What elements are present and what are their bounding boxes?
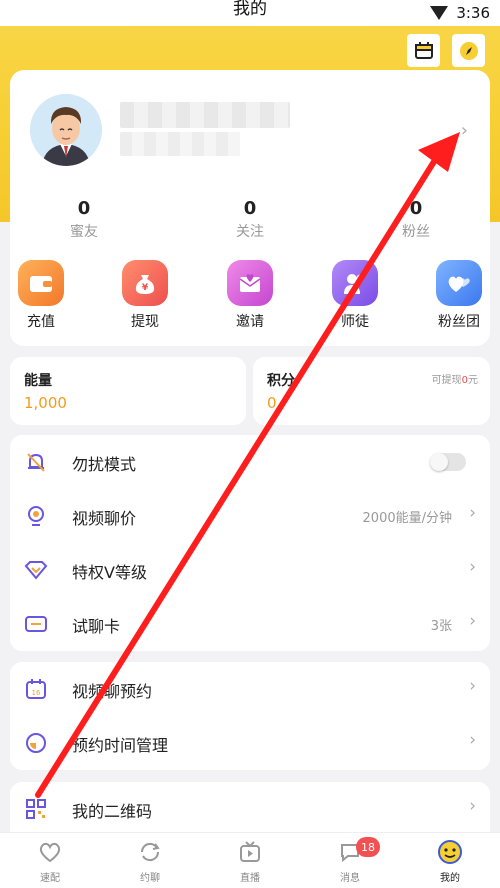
- qrcode-icon: [24, 797, 48, 821]
- withdrawable-suffix: 元: [468, 375, 478, 386]
- svg-text:16: 16: [32, 689, 41, 697]
- action-label: 粉丝团: [438, 314, 480, 330]
- invite-button[interactable]: 邀请: [215, 260, 285, 331]
- users-icon: [332, 260, 378, 306]
- recharge-button[interactable]: 充值: [6, 260, 76, 331]
- tab-label: 约聊: [140, 873, 160, 884]
- calendar-sign-button[interactable]: [407, 34, 440, 67]
- withdraw-button[interactable]: ¥ 提现: [110, 260, 180, 331]
- tab-match[interactable]: 速配: [10, 839, 90, 884]
- menu-row-booking-time[interactable]: 预约时间管理 ›: [10, 716, 490, 770]
- do-not-disturb-toggle[interactable]: [430, 453, 466, 471]
- diamond-icon: [24, 558, 48, 582]
- wifi-icon: [430, 6, 448, 20]
- menu-label: 特权V等级: [72, 563, 147, 582]
- action-label: 邀请: [236, 314, 264, 330]
- points-card[interactable]: 积分 0 可提现0元: [253, 357, 490, 425]
- mentor-button[interactable]: 师徒: [320, 260, 390, 331]
- compass-icon: [459, 41, 478, 60]
- stat-following[interactable]: 0 关注: [200, 198, 300, 241]
- clock-icon: [24, 731, 48, 755]
- menu-value: 3张: [430, 619, 452, 634]
- chevron-right-icon: ›: [469, 557, 476, 577]
- profile-icon: [437, 839, 463, 865]
- ticket-icon: [24, 612, 48, 636]
- calendar-icon: 16: [24, 677, 48, 701]
- tab-messages[interactable]: 18 消息: [310, 837, 390, 884]
- menu-label: 预约时间管理: [72, 736, 169, 755]
- chevron-right-icon[interactable]: ›: [461, 120, 468, 141]
- chevron-right-icon: ›: [469, 611, 476, 631]
- tab-live[interactable]: 直播: [210, 839, 290, 884]
- stat-value: 0: [77, 198, 91, 219]
- chevron-right-icon: ›: [469, 730, 476, 750]
- stat-value: 0: [243, 198, 257, 219]
- stat-fans[interactable]: 0 粉丝: [366, 198, 466, 241]
- settings-list-1: 勿扰模式 视频聊价 2000能量/分钟 › 特权V等级 › 试聊卡 3张 ›: [10, 435, 490, 651]
- tv-icon: [237, 839, 263, 865]
- energy-label: 能量: [24, 373, 52, 389]
- energy-card[interactable]: 能量 1,000: [10, 357, 246, 425]
- points-value: 0: [267, 394, 277, 412]
- menu-row-qrcode[interactable]: 我的二维码 ›: [10, 782, 490, 836]
- money-bag-icon: ¥: [122, 260, 168, 306]
- tab-label: 我的: [440, 873, 460, 884]
- settings-list-2: 16 视频聊预约 › 预约时间管理 ›: [10, 662, 490, 770]
- menu-value: 2000能量/分钟: [362, 511, 452, 526]
- page-title: 我的: [233, 0, 267, 19]
- menu-label: 勿扰模式: [72, 455, 137, 474]
- tab-label: 直播: [240, 873, 260, 884]
- avatar-illustration: [30, 94, 102, 166]
- menu-label: 试聊卡: [72, 617, 121, 636]
- menu-row-video-price[interactable]: 视频聊价 2000能量/分钟 ›: [10, 489, 490, 543]
- camera-icon: [24, 504, 48, 528]
- chevron-right-icon: ›: [469, 796, 476, 816]
- bell-off-icon: [24, 450, 48, 474]
- calendar-icon: [414, 41, 433, 59]
- compass-button[interactable]: [452, 34, 485, 67]
- tab-mine[interactable]: 我的: [410, 839, 490, 884]
- mail-heart-icon: [227, 260, 273, 306]
- menu-row-trial-card[interactable]: 试聊卡 3张 ›: [10, 597, 490, 651]
- refresh-icon: [137, 839, 163, 865]
- stat-label: 蜜友: [70, 224, 98, 240]
- bottom-tab-bar: 速配 约聊 直播 18 消息 我的: [0, 832, 500, 888]
- menu-row-video-booking[interactable]: 16 视频聊预约 ›: [10, 662, 490, 716]
- action-label: 充值: [27, 314, 55, 330]
- menu-label: 视频聊预约: [72, 682, 153, 701]
- withdrawable-note: 可提现0元: [432, 371, 478, 386]
- tab-label: 消息: [340, 873, 360, 884]
- tab-label: 速配: [40, 873, 60, 884]
- profile-card[interactable]: › 0 蜜友 0 关注 0 粉丝 充值 ¥ 提现 邀请 师徒 粉丝团: [10, 70, 490, 346]
- wallet-icon: [18, 260, 64, 306]
- svg-text:¥: ¥: [142, 283, 149, 293]
- status-bar: 我的 3:36: [0, 0, 500, 26]
- stat-value: 0: [409, 198, 423, 219]
- username-redacted: [120, 102, 290, 128]
- chevron-right-icon: ›: [469, 503, 476, 523]
- menu-row-do-not-disturb[interactable]: 勿扰模式: [10, 435, 490, 489]
- withdrawable-prefix: 可提现: [431, 375, 462, 386]
- tab-date-chat[interactable]: 约聊: [110, 839, 190, 884]
- chevron-right-icon: ›: [469, 676, 476, 696]
- user-id-redacted: [120, 132, 240, 156]
- unread-badge: 18: [356, 837, 380, 857]
- points-label: 积分: [267, 373, 295, 389]
- heart-icon: [37, 839, 63, 865]
- hearts-icon: [436, 260, 482, 306]
- fan-club-button[interactable]: 粉丝团: [424, 260, 494, 331]
- status-time: 3:36: [456, 4, 490, 22]
- menu-row-vip-level[interactable]: 特权V等级 ›: [10, 543, 490, 597]
- stat-label: 粉丝: [402, 224, 430, 240]
- avatar[interactable]: [30, 94, 102, 166]
- action-label: 师徒: [341, 314, 369, 330]
- stat-friends[interactable]: 0 蜜友: [34, 198, 134, 241]
- action-label: 提现: [131, 314, 159, 330]
- energy-value: 1,000: [24, 394, 67, 412]
- menu-label: 视频聊价: [72, 509, 137, 528]
- stat-label: 关注: [236, 224, 264, 240]
- menu-label: 我的二维码: [72, 802, 153, 821]
